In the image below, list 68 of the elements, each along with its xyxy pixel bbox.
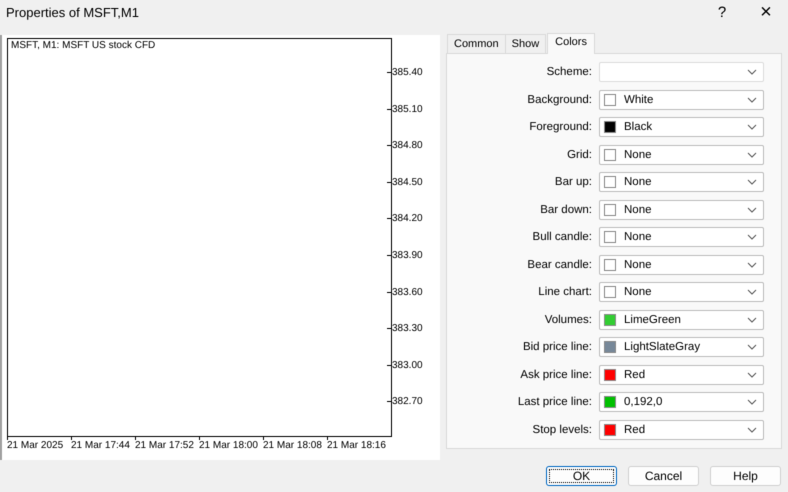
color-dropdown[interactable]: 0,192,0 bbox=[599, 392, 764, 412]
field-label: Scheme: bbox=[546, 66, 592, 78]
color-dropdown[interactable]: None bbox=[599, 200, 764, 220]
dialog-button[interactable]: Help bbox=[710, 466, 781, 486]
color-dropdown[interactable]: Red bbox=[599, 364, 764, 384]
color-dropdown[interactable]: None bbox=[599, 282, 764, 302]
color-dropdown[interactable]: LimeGreen bbox=[599, 310, 764, 330]
window-title: Properties of MSFT,M1 bbox=[6, 5, 140, 20]
price-label: 385.40 bbox=[392, 67, 423, 78]
color-dropdown[interactable]: Black bbox=[599, 117, 764, 137]
chevron-down-icon bbox=[747, 152, 757, 158]
field-label: Background: bbox=[526, 94, 592, 106]
chevron-down-icon bbox=[747, 96, 757, 102]
color-dropdown[interactable]: Red bbox=[599, 420, 764, 440]
tab[interactable]: Colors bbox=[547, 33, 595, 54]
color-dropdown[interactable]: None bbox=[599, 254, 764, 274]
color-dropdown[interactable]: LightSlateGray bbox=[599, 337, 764, 357]
price-label: 383.90 bbox=[392, 250, 423, 261]
price-label: 384.80 bbox=[392, 140, 423, 152]
field-label: Bar down: bbox=[539, 204, 592, 216]
field-label: Volumes: bbox=[544, 314, 592, 326]
color-dropdown[interactable]: None bbox=[599, 227, 764, 247]
field-label: Bear candle: bbox=[526, 258, 592, 270]
chevron-down-icon bbox=[747, 69, 757, 75]
price-label: 383.60 bbox=[392, 286, 423, 298]
time-label: 21 Mar 18:08 bbox=[263, 440, 322, 451]
color-dropdown[interactable]: None bbox=[599, 144, 764, 164]
color-dropdown[interactable]: White bbox=[599, 90, 764, 110]
chevron-down-icon bbox=[747, 179, 757, 185]
tab[interactable]: Common bbox=[447, 34, 506, 53]
field-label: Foreground: bbox=[528, 121, 592, 133]
price-label: 384.20 bbox=[392, 213, 423, 224]
close-button[interactable]: × bbox=[744, 0, 788, 25]
field-label: Bar up: bbox=[554, 176, 592, 188]
time-label: 21 Mar 17:52 bbox=[135, 440, 194, 451]
tab[interactable]: Show bbox=[504, 34, 546, 53]
field-label: Bid price line: bbox=[522, 341, 592, 353]
price-label: 385.10 bbox=[392, 104, 423, 115]
field-label: Bull candle: bbox=[532, 231, 592, 243]
chevron-down-icon bbox=[747, 289, 757, 295]
chevron-down-icon bbox=[747, 234, 757, 240]
color-dropdown[interactable]: None bbox=[599, 172, 764, 192]
price-label: 382.70 bbox=[392, 396, 423, 408]
chart-title: MSFT, M1: MSFT US stock CFD bbox=[11, 40, 156, 51]
time-label: 21 Mar 17:44 bbox=[71, 440, 130, 451]
chevron-down-icon bbox=[747, 399, 757, 405]
field-label: Line chart: bbox=[537, 286, 592, 298]
price-label: 383.30 bbox=[392, 323, 423, 334]
price-label: 383.00 bbox=[392, 360, 423, 371]
field-label: Last price line: bbox=[516, 396, 592, 408]
chevron-down-icon bbox=[747, 206, 757, 212]
price-label: 384.50 bbox=[392, 176, 423, 188]
chevron-down-icon bbox=[747, 426, 757, 432]
chevron-down-icon bbox=[747, 316, 757, 322]
time-label: 21 Mar 18:16 bbox=[327, 440, 386, 451]
time-label: 21 Mar 18:00 bbox=[199, 440, 258, 451]
dialog-button[interactable]: OK bbox=[546, 466, 617, 486]
dialog-button[interactable]: Cancel bbox=[628, 466, 699, 486]
help-button[interactable]: ? bbox=[700, 0, 744, 25]
chevron-down-icon bbox=[747, 372, 757, 378]
field-label: Stop levels: bbox=[532, 424, 592, 436]
chevron-down-icon bbox=[747, 124, 757, 130]
chevron-down-icon bbox=[747, 344, 757, 350]
time-label: 21 Mar 2025 bbox=[7, 440, 64, 451]
chevron-down-icon bbox=[747, 262, 757, 268]
field-label: Grid: bbox=[566, 148, 592, 160]
scheme-dropdown[interactable] bbox=[599, 62, 764, 82]
field-label: Ask price line: bbox=[519, 368, 592, 380]
